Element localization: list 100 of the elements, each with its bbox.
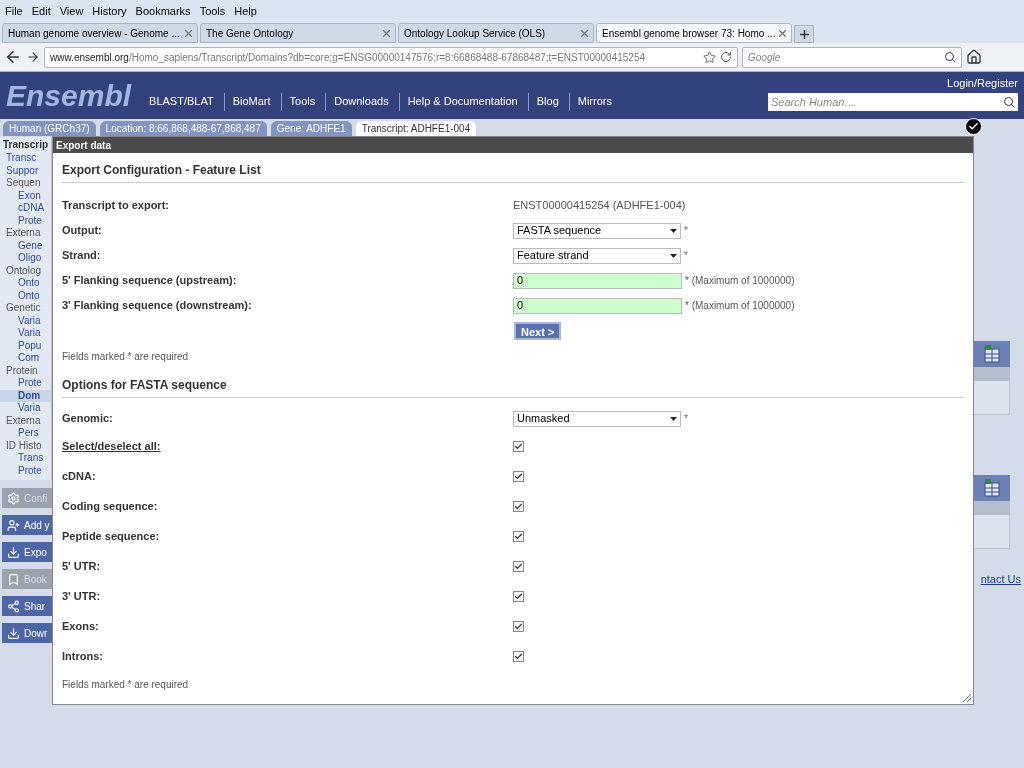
browser-tab[interactable]: Human genome overview - Genome ... [2, 23, 198, 43]
sidebar-item[interactable]: Prote [0, 464, 51, 477]
sidebar-item[interactable]: Varia [0, 402, 51, 415]
sidebar-item[interactable]: Gene [0, 239, 51, 252]
checkbox[interactable] [513, 500, 524, 512]
spreadsheet-icon[interactable] [984, 345, 1000, 363]
caret-icon [670, 253, 677, 258]
sidebar-item[interactable]: Transc [0, 152, 51, 165]
search-icon[interactable] [1003, 96, 1015, 108]
forward-icon[interactable] [26, 50, 40, 64]
sidebar-item[interactable]: Oligo [0, 252, 51, 265]
tab-title: The Gene Ontology [206, 26, 294, 41]
checkbox[interactable] [513, 440, 524, 452]
browser-tab[interactable]: Ontology Lookup Service (OLS) [398, 23, 594, 43]
sidebar-title: Transcrip [2, 138, 50, 152]
sidebar-item[interactable]: ID Histo [0, 439, 51, 452]
menu-item[interactable]: Help [234, 2, 257, 20]
sidebar-item[interactable]: Suppor [0, 164, 51, 177]
search-icon[interactable] [944, 51, 956, 63]
sidebar-item[interactable]: Ontolog [0, 264, 51, 277]
sidebar-item[interactable]: Externa [0, 414, 51, 427]
tab-title: Human genome overview - Genome ... [8, 26, 180, 41]
next-button[interactable]: Next > [514, 322, 562, 340]
url-text: www.ensembl.org/Homo_sapiens/Transcript/Domains?db=core;g=ENSG00000147576;r=8:66868488-67868487;t=ENST00000415254 [50, 50, 647, 65]
checkbox[interactable] [513, 590, 524, 602]
sidebar-item[interactable]: Varia [0, 314, 51, 327]
share-icon [7, 599, 20, 613]
checkbox[interactable] [513, 650, 524, 662]
nav-link[interactable]: Tools [280, 92, 316, 111]
sidebar-item[interactable]: Onto [0, 277, 51, 290]
nav-link[interactable]: Help & Documentation [398, 92, 518, 111]
input-field[interactable]: 0 [513, 272, 682, 289]
star-icon[interactable] [703, 50, 716, 64]
close-button[interactable] [965, 118, 982, 135]
input-field[interactable]: 0 [513, 297, 682, 314]
sidebar-item[interactable]: Protein [0, 364, 51, 377]
sidebar-item[interactable]: Pers [0, 427, 51, 440]
browser-tab[interactable]: The Gene Ontology [200, 23, 396, 43]
field-label: Introns: [62, 648, 104, 664]
sidebar-item[interactable]: cDNA [0, 202, 51, 215]
sidebar-item[interactable]: Prote [0, 377, 51, 390]
checkbox[interactable] [513, 620, 524, 632]
section-heading: Options for FASTA sequence [62, 376, 964, 398]
back-icon[interactable] [4, 48, 22, 66]
browser-tab[interactable]: Ensembl genome browser 73: Homo ... [596, 23, 792, 43]
field-label: 3' Flanking sequence (downstream): [62, 298, 253, 314]
sidebar-item[interactable]: Onto [0, 289, 51, 302]
plus-icon [799, 29, 809, 39]
field-label: cDNA: [62, 468, 97, 484]
breadcrumb-tab[interactable]: Transcript: ADHFE1-004 [355, 120, 477, 136]
sidebar-item[interactable]: Varia [0, 327, 51, 340]
sidebar-button[interactable]: Add y [2, 515, 52, 535]
menu-item[interactable]: File [5, 2, 23, 20]
sidebar-item[interactable]: Prote [0, 214, 51, 227]
field-label: Transcript to export: [62, 198, 170, 214]
close-icon[interactable] [185, 29, 192, 37]
checkbox[interactable] [513, 530, 524, 542]
home-icon[interactable] [966, 49, 982, 65]
nav-link[interactable]: Mirrors [568, 92, 612, 111]
sidebar-item[interactable]: Trans [0, 452, 51, 465]
address-field[interactable]: www.ensembl.org/Homo_sapiens/Transcript/Domains?db=core;g=ENSG00000147576;r=8:66868488-67868487;t=ENST00000415254 [44, 46, 738, 68]
sidebar-button[interactable]: Dowr [2, 623, 52, 643]
reload-icon[interactable] [720, 51, 732, 63]
select-dropdown[interactable]: Feature strand [513, 247, 681, 264]
close-icon[interactable] [779, 29, 786, 37]
sidebar-item[interactable]: Dom [0, 389, 51, 402]
close-icon[interactable] [581, 29, 588, 37]
sidebar-button[interactable]: Expo [2, 542, 52, 562]
sidebar-item[interactable]: Exon [0, 189, 51, 202]
new-tab-button[interactable] [794, 25, 814, 43]
sidebar-item[interactable]: Genetic [0, 302, 51, 315]
site-logo[interactable]: Ensembl [6, 81, 132, 111]
menu-item[interactable]: View [59, 2, 84, 20]
checkbox[interactable] [513, 560, 524, 572]
nav-link[interactable]: Downloads [325, 92, 389, 111]
menu-item[interactable]: Tools [199, 2, 226, 20]
sidebar-item[interactable]: Sequen [0, 177, 51, 190]
resize-grip-icon[interactable] [962, 693, 971, 702]
sidebar-item[interactable]: Com [0, 352, 51, 365]
sidebar-item[interactable]: Externa [0, 227, 51, 240]
contact-link[interactable]: ntact Us [980, 571, 1021, 588]
field-label: 5' Flanking sequence (upstream): [62, 273, 238, 289]
nav-link[interactable]: BioMart [223, 92, 271, 111]
login-link[interactable]: Login/Register [947, 75, 1018, 92]
nav-link[interactable]: BLAST/BLAT [141, 92, 214, 111]
sidebar-button[interactable]: Shar [2, 596, 52, 616]
sidebar-item[interactable]: Popu [0, 339, 51, 352]
spreadsheet-icon[interactable] [984, 479, 1000, 497]
required-mark: * [684, 224, 688, 238]
web-search-field[interactable]: Google [742, 46, 962, 68]
menu-item[interactable]: History [92, 2, 127, 20]
select-dropdown[interactable]: FASTA sequence [513, 222, 681, 239]
menu-item[interactable]: Bookmarks [135, 2, 191, 20]
select-dropdown[interactable]: Unmasked [513, 410, 681, 427]
site-search-field[interactable]: Search Human… [768, 93, 1018, 111]
checkbox[interactable] [513, 470, 524, 482]
close-icon[interactable] [383, 29, 390, 37]
field-label: Coding sequence: [62, 498, 159, 514]
menu-item[interactable]: Edit [31, 2, 51, 20]
nav-link[interactable]: Blog [527, 92, 559, 111]
